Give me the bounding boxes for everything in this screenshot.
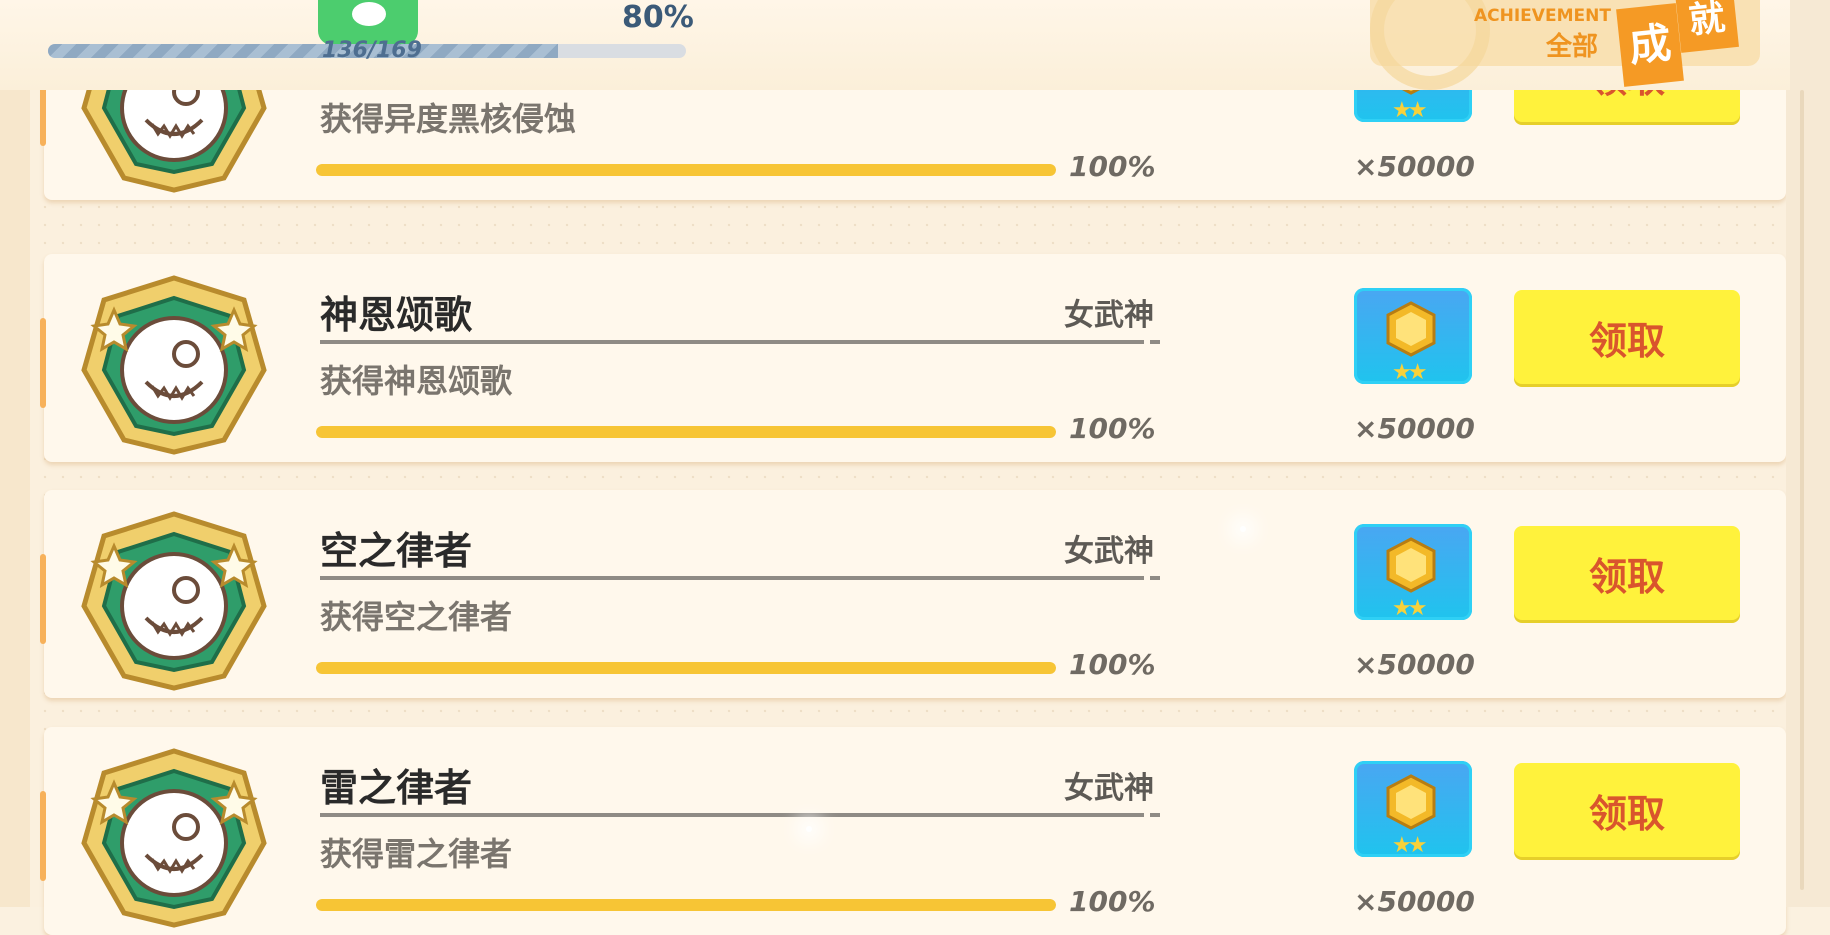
achievement-card: 空之律者 女武神 获得空之律者 100% ★★ ×50000 领取 — [40, 490, 1792, 698]
gold-crystal-icon — [1386, 301, 1436, 357]
gear-emblem-icon — [1370, 0, 1490, 90]
achievement-card: 神恩颂歌 女武神 获得神恩颂歌 100% ★★ ×50000 领取 — [40, 254, 1792, 462]
achievement-progress-fill — [316, 662, 1056, 674]
claim-button[interactable]: 领取 — [1514, 290, 1740, 384]
achievement-category: 女武神 — [1064, 534, 1154, 569]
reward-stars-icon: ★★ — [1392, 596, 1428, 621]
reward-stars-icon: ★★ — [1392, 98, 1428, 123]
achievement-category: 女武神 — [1064, 771, 1154, 806]
reward-stars-icon: ★★ — [1392, 833, 1428, 858]
claim-button[interactable]: 领取 — [1514, 763, 1740, 857]
achievement-progress-label: 100% — [1069, 412, 1156, 445]
achievement-description: 获得雷之律者 — [320, 835, 513, 873]
achievement-emblem-icon — [81, 511, 267, 691]
title-divider — [320, 813, 1144, 817]
achievement-title: 神恩颂歌 — [320, 293, 473, 337]
header-bar: 80% 136/169 ACHIEVEMENT 全部 就 成 — [0, 0, 1790, 90]
reward-quantity: ×50000 — [1354, 150, 1475, 183]
achievement-progress-bar — [316, 426, 1056, 438]
reward-tile[interactable]: ★★ — [1354, 288, 1472, 385]
achievement-emblem-icon — [81, 748, 267, 928]
achievement-description: 获得神恩颂歌 — [320, 362, 513, 400]
reward-quantity: ×50000 — [1354, 412, 1475, 445]
gold-crystal-icon — [1386, 774, 1436, 830]
sparkle-effect — [1240, 526, 1246, 532]
achievement-progress-bar — [316, 662, 1056, 674]
title-divider-end — [1150, 340, 1160, 344]
achievement-description: 获得空之律者 — [320, 598, 513, 636]
achievement-progress-fill — [316, 164, 1056, 176]
claim-button[interactable]: 领取 — [1514, 526, 1740, 620]
achievement-category: 女武神 — [1064, 298, 1154, 333]
reward-stars-icon: ★★ — [1392, 360, 1428, 385]
achievement-label-en: ACHIEVEMENT — [1474, 6, 1611, 26]
gold-crystal-icon — [1386, 537, 1436, 593]
right-side-panel — [1786, 0, 1830, 907]
card-left-tab — [40, 791, 46, 881]
achievement-progress-bar — [316, 899, 1056, 911]
title-divider-end — [1150, 576, 1160, 580]
reward-quantity: ×50000 — [1354, 885, 1475, 918]
achievement-card: 雷之律者 女武神 获得雷之律者 100% ★★ ×50000 领取 — [40, 727, 1792, 935]
title-divider — [320, 576, 1144, 580]
title-tag-jiu: 就 — [1675, 0, 1739, 53]
achievement-progress-label: 100% — [1069, 885, 1156, 918]
reward-tile[interactable]: ★★ — [1354, 761, 1472, 858]
achievement-progress-label: 100% — [1069, 150, 1156, 183]
reward-quantity: ×50000 — [1354, 648, 1475, 681]
title-tag-cheng: 成 — [1616, 3, 1684, 87]
achievement-progress-fill — [316, 426, 1056, 438]
card-left-tab — [40, 318, 46, 408]
overall-progress-percent: 80% — [622, 0, 694, 35]
achievement-emblem-icon — [81, 275, 267, 455]
achievement-progress-bar — [316, 164, 1056, 176]
overall-progress-fill — [48, 44, 559, 58]
left-side-panel — [0, 0, 30, 907]
title-divider-end — [1150, 813, 1160, 817]
sparkle-effect — [806, 826, 812, 832]
title-divider — [320, 340, 1144, 344]
achievement-progress-fill — [316, 899, 1056, 911]
scrollbar[interactable] — [1800, 90, 1804, 890]
filter-all-label[interactable]: 全部 — [1546, 26, 1598, 63]
achievement-title: 空之律者 — [320, 529, 473, 573]
reward-tile[interactable]: ★★ — [1354, 524, 1472, 621]
overall-progress-count: 136/169 — [322, 38, 422, 63]
achievement-title: 雷之律者 — [320, 766, 473, 810]
achievement-description: 获得异度黑核侵蚀 — [320, 100, 577, 138]
chat-bubble-icon — [352, 2, 386, 26]
achievement-progress-label: 100% — [1069, 648, 1156, 681]
card-left-tab — [40, 554, 46, 644]
